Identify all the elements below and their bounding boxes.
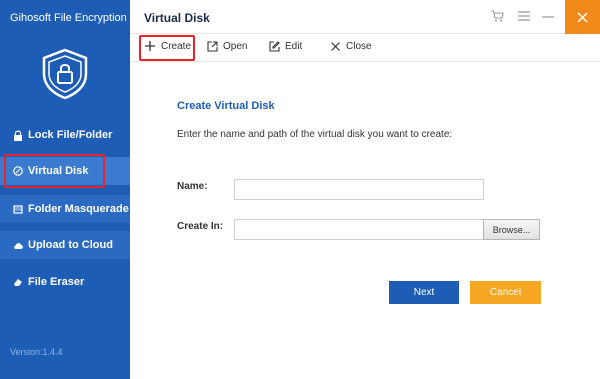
plus-icon — [144, 40, 156, 52]
create-in-label: Create In: — [177, 221, 224, 232]
sidebar-item-label: Folder Masquerade — [28, 203, 129, 215]
sidebar-item-label: Upload to Cloud — [28, 239, 113, 251]
open-external-icon — [206, 40, 218, 52]
sidebar-item-virtual-disk[interactable]: Virtual Disk — [0, 157, 130, 185]
browse-button[interactable]: Browse... — [483, 219, 540, 240]
sidebar-item-label: Lock File/Folder — [28, 129, 113, 141]
sidebar-item-upload-to-cloud[interactable]: Upload to Cloud — [0, 231, 130, 259]
cart-icon[interactable] — [490, 9, 504, 23]
sidebar-item-label: File Eraser — [28, 276, 85, 288]
minimize-icon[interactable] — [541, 9, 555, 23]
edit-icon — [268, 40, 280, 52]
page-title: Virtual Disk — [144, 11, 210, 25]
close-label: Close — [346, 40, 372, 52]
sidebar-item-folder-masquerade[interactable]: Folder Masquerade — [0, 195, 130, 223]
name-label: Name: — [177, 181, 208, 192]
menu-icon[interactable] — [517, 9, 531, 23]
edit-label: Edit — [285, 40, 303, 52]
sidebar-item-file-eraser[interactable]: File Eraser — [0, 268, 130, 296]
shield-lock-icon — [42, 48, 88, 100]
cloud-upload-icon — [12, 239, 24, 251]
toolbar: Create Open Edit Close — [130, 34, 600, 62]
instructions-text: Enter the name and path of the virtual d… — [177, 129, 453, 140]
version-label: Version:1.4.4 — [10, 347, 63, 357]
sidebar-item-lock-file-folder[interactable]: Lock File/Folder — [0, 121, 130, 149]
close-x-icon — [329, 40, 341, 52]
edit-button[interactable]: Edit — [268, 40, 302, 52]
open-label: Open — [223, 40, 248, 52]
sidebar: Gihosoft File Encryption Lock File/Folde… — [0, 0, 130, 379]
window-close-button[interactable] — [565, 0, 600, 34]
sidebar-item-label: Virtual Disk — [28, 165, 89, 177]
lock-icon — [12, 129, 24, 141]
section-title: Create Virtual Disk — [177, 100, 275, 112]
create-in-field[interactable] — [234, 219, 484, 240]
next-button[interactable]: Next — [389, 281, 459, 304]
title-bar: Virtual Disk — [130, 0, 600, 34]
close-icon — [577, 11, 588, 23]
open-button[interactable]: Open — [206, 40, 247, 52]
masquerade-icon — [12, 203, 24, 215]
cancel-button[interactable]: Cancel — [470, 281, 541, 304]
disk-icon — [12, 165, 24, 177]
eraser-icon — [12, 276, 24, 288]
create-label: Create — [161, 40, 192, 52]
name-field[interactable] — [234, 179, 484, 200]
create-button[interactable]: Create — [144, 40, 191, 52]
close-disk-button[interactable]: Close — [329, 40, 372, 52]
app-title: Gihosoft File Encryption — [10, 12, 127, 24]
